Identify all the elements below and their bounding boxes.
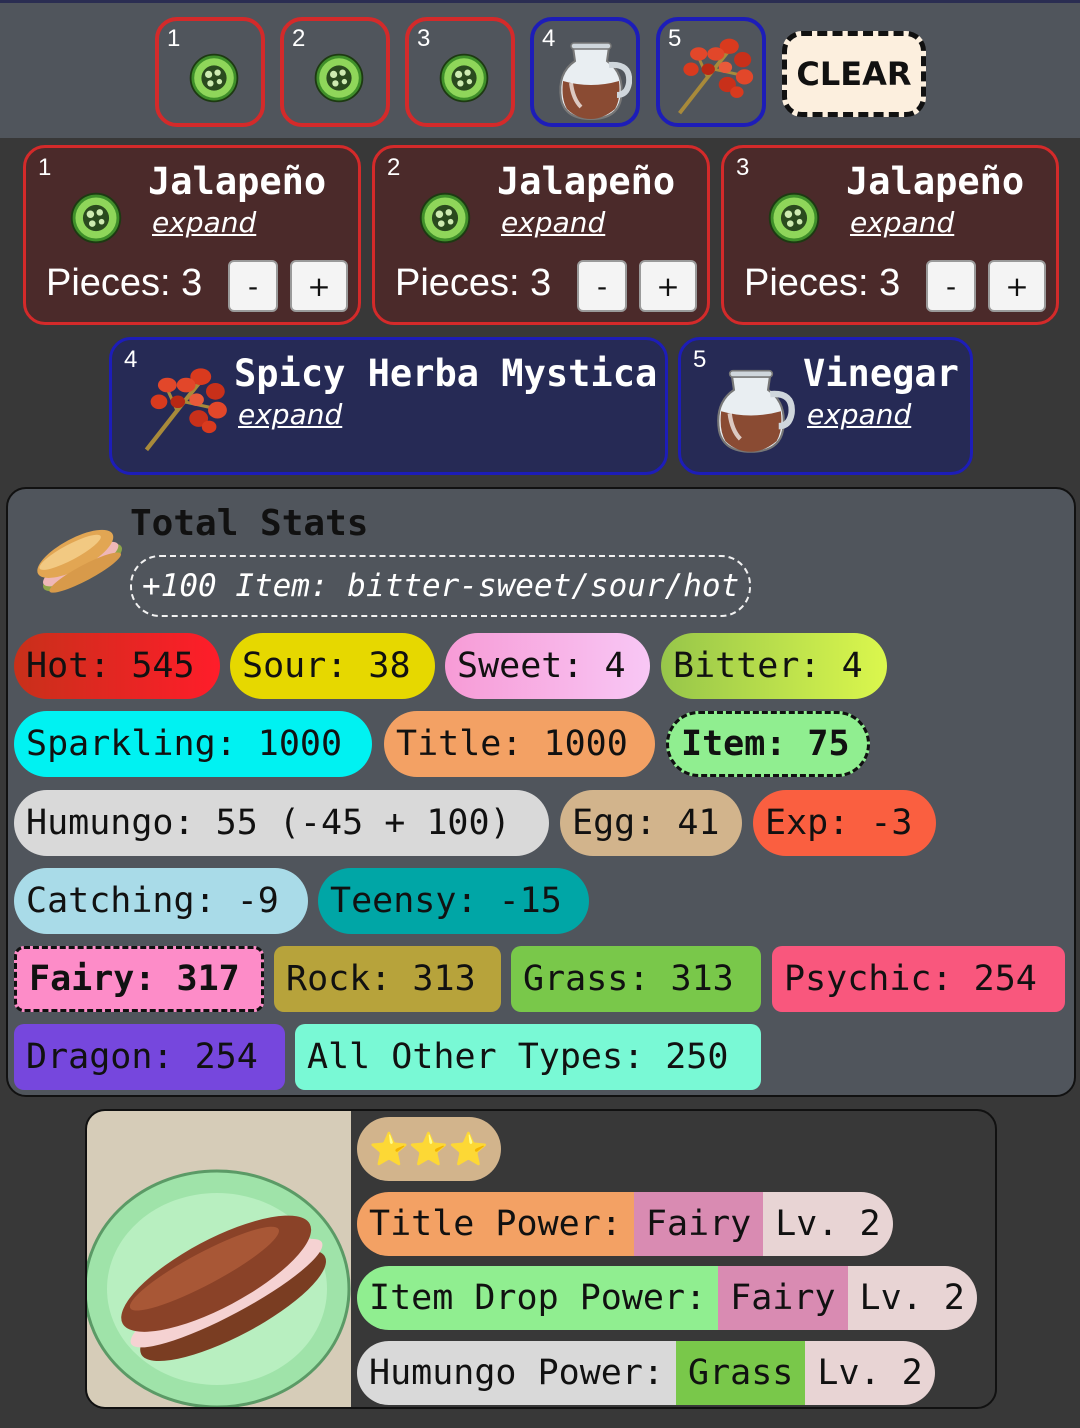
expand-link[interactable]: expand bbox=[238, 398, 342, 431]
type-fairy: Fairy: 317 bbox=[14, 946, 264, 1012]
slot-number: 2 bbox=[292, 25, 306, 52]
power-teensy: Teensy: -15 bbox=[318, 868, 589, 934]
spicy-herba-icon bbox=[136, 360, 230, 454]
sandwich-result-panel: ⭐⭐⭐ Title Power: Fairy Lv. 2 Item Drop P… bbox=[85, 1109, 997, 1409]
expand-link[interactable]: expand bbox=[850, 206, 954, 239]
flavor-bitter: Bitter: 4 bbox=[661, 633, 887, 699]
power-name: Title Power: bbox=[357, 1192, 634, 1256]
result-power-title: Title Power: Fairy Lv. 2 bbox=[357, 1192, 893, 1256]
card-number: 3 bbox=[736, 154, 750, 181]
stats-title: Total Stats bbox=[130, 503, 369, 544]
increment-button[interactable]: + bbox=[639, 260, 697, 312]
decrement-button[interactable]: - bbox=[926, 260, 976, 312]
total-stats-panel: Total Stats +100 Item: bitter-sweet/sour… bbox=[6, 487, 1076, 1097]
power-catching: Catching: -9 bbox=[14, 868, 308, 934]
power-level: Lv. 2 bbox=[805, 1341, 935, 1405]
power-exp: Exp: -3 bbox=[753, 790, 936, 856]
card-number: 5 bbox=[693, 346, 707, 373]
power-egg: Egg: 41 bbox=[560, 790, 742, 856]
flavor-hot: Hot: 545 bbox=[14, 633, 220, 699]
power-level: Lv. 2 bbox=[763, 1192, 893, 1256]
stars-label: ⭐⭐⭐ bbox=[369, 1130, 489, 1168]
power-name: Humungo Power: bbox=[357, 1341, 677, 1405]
type-grass: Grass: 313 bbox=[511, 946, 761, 1012]
decrement-button[interactable]: - bbox=[577, 260, 627, 312]
condiment-name: Spicy Herba Mystica bbox=[234, 352, 658, 395]
slot-number: 1 bbox=[167, 25, 181, 52]
power-type: Fairy bbox=[718, 1266, 848, 1330]
increment-button[interactable]: + bbox=[290, 260, 348, 312]
slot-5[interactable]: 5 bbox=[656, 17, 766, 127]
power-type: Fairy bbox=[633, 1192, 764, 1256]
result-power-item-drop: Item Drop Power: Fairy Lv. 2 bbox=[357, 1266, 977, 1330]
slot-1[interactable]: 1 bbox=[155, 17, 265, 127]
filling-name: Jalapeño bbox=[148, 160, 327, 203]
slot-number: 3 bbox=[417, 25, 431, 52]
result-power-humungo: Humungo Power: Grass Lv. 2 bbox=[357, 1341, 935, 1405]
sandwich-icon bbox=[30, 519, 126, 599]
power-level: Lv. 2 bbox=[847, 1266, 977, 1330]
card-number: 2 bbox=[387, 154, 401, 181]
ingredient-slots-bar: 1 2 3 4 5 CLEAR bbox=[0, 0, 1080, 138]
power-humungo: Humungo: 55 (-45 + 100) bbox=[14, 790, 549, 856]
pieces-label: Pieces: 3 bbox=[395, 262, 552, 304]
slot-2[interactable]: 2 bbox=[280, 17, 390, 127]
power-item: Item: 75 bbox=[666, 711, 870, 777]
pieces-label: Pieces: 3 bbox=[744, 262, 901, 304]
flavor-sour: Sour: 38 bbox=[230, 633, 435, 699]
filling-name: Jalapeño bbox=[846, 160, 1025, 203]
filling-card-3: 3 Jalapeño expand Pieces: 3 - + bbox=[721, 145, 1059, 325]
expand-link[interactable]: expand bbox=[152, 206, 256, 239]
decrement-button[interactable]: - bbox=[228, 260, 278, 312]
sandwich-image bbox=[87, 1111, 351, 1407]
expand-link[interactable]: expand bbox=[807, 398, 911, 431]
power-name: Item Drop Power: bbox=[357, 1266, 719, 1330]
star-rating: ⭐⭐⭐ bbox=[357, 1117, 501, 1181]
power-title: Title: 1000 bbox=[384, 711, 655, 777]
pieces-label: Pieces: 3 bbox=[46, 262, 203, 304]
filling-card-1: 1 Jalapeño expand Pieces: 3 - + bbox=[23, 145, 361, 325]
item-bonus-label: +100 Item: bitter-sweet/sour/hot bbox=[130, 555, 752, 617]
card-number: 1 bbox=[38, 154, 52, 181]
jalapeno-icon bbox=[766, 190, 822, 246]
type-all-other: All Other Types: 250 bbox=[295, 1024, 761, 1090]
flavor-sweet: Sweet: 4 bbox=[445, 633, 650, 699]
power-sparkling: Sparkling: 1000 bbox=[14, 711, 372, 777]
power-type: Grass bbox=[676, 1341, 806, 1405]
vinegar-icon bbox=[550, 33, 632, 123]
filling-card-2: 2 Jalapeño expand Pieces: 3 - + bbox=[372, 145, 710, 325]
jalapeno-icon bbox=[68, 190, 124, 246]
condiment-card-4: 4 Spicy Herba Mystica expand bbox=[109, 337, 668, 475]
filling-name: Jalapeño bbox=[497, 160, 676, 203]
clear-button[interactable]: CLEAR bbox=[782, 31, 926, 117]
expand-link[interactable]: expand bbox=[501, 206, 605, 239]
jalapeno-icon bbox=[437, 51, 491, 105]
jalapeno-icon bbox=[187, 51, 241, 105]
type-rock: Rock: 313 bbox=[274, 946, 501, 1012]
condiment-card-5: 5 Vinegar expand bbox=[678, 337, 973, 475]
jalapeno-icon bbox=[312, 51, 366, 105]
increment-button[interactable]: + bbox=[988, 260, 1046, 312]
slot-4[interactable]: 4 bbox=[530, 17, 640, 127]
slot-3[interactable]: 3 bbox=[405, 17, 515, 127]
type-dragon: Dragon: 254 bbox=[14, 1024, 285, 1090]
vinegar-icon bbox=[707, 360, 795, 456]
type-psychic: Psychic: 254 bbox=[772, 946, 1065, 1012]
condiment-name: Vinegar bbox=[803, 352, 959, 395]
jalapeno-icon bbox=[417, 190, 473, 246]
spicy-herba-icon bbox=[670, 31, 756, 117]
